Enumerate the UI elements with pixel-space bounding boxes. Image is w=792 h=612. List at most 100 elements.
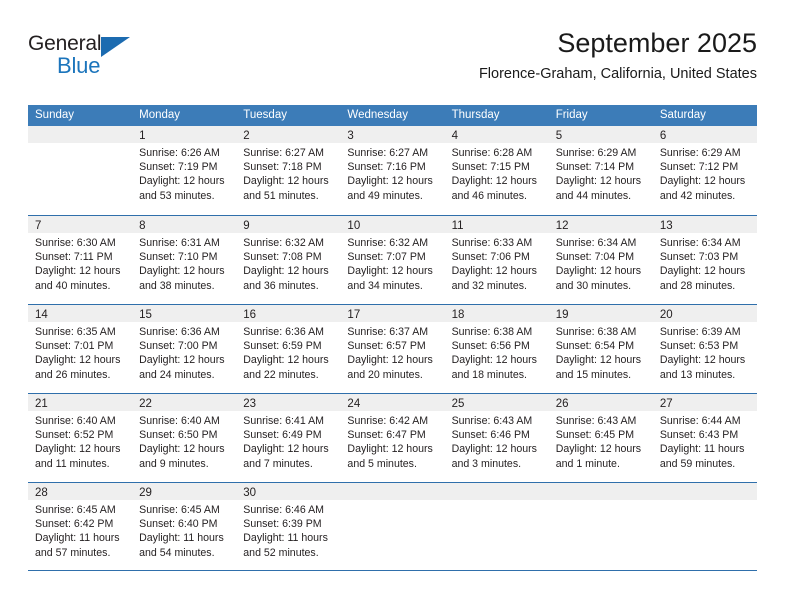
- day-detail-line: Sunrise: 6:31 AM: [139, 237, 220, 249]
- title-block: September 2025 Florence-Graham, Californ…: [479, 26, 757, 85]
- day-detail-line: Sunrise: 6:26 AM: [139, 147, 220, 159]
- day-detail-line: Sunrise: 6:33 AM: [451, 237, 533, 249]
- day-detail-line: Sunset: 6:59 PM: [243, 340, 322, 353]
- day-detail-line: Sunset: 7:19 PM: [139, 161, 218, 174]
- day-detail-line: Daylight: 12 hours: [347, 175, 433, 188]
- day-number-band: 24: [340, 394, 445, 411]
- day-detail-line: Daylight: 12 hours: [243, 175, 329, 188]
- day-number-band: 12: [548, 216, 653, 233]
- day-cell-27[interactable]: 27 Sunrise: 6:44 AM Sunset: 6:43 PM Dayligh…: [652, 394, 757, 482]
- day-number-band: 26: [548, 394, 653, 411]
- day-detail-line: Sunrise: 6:40 AM: [35, 415, 116, 427]
- day-details: Sunrise: 6:36 AM Sunset: 7:00 PM Daylight:…: [132, 322, 236, 382]
- day-details: [653, 500, 757, 503]
- day-detail-line: Daylight: 12 hours: [243, 443, 329, 456]
- day-detail-line: Sunset: 6:54 PM: [555, 340, 635, 353]
- day-detail-line: and 22 minutes.: [243, 368, 319, 381]
- day-number-band: 30: [236, 483, 341, 500]
- day-number: 13: [659, 220, 673, 232]
- day-number-band: 15: [132, 305, 237, 322]
- day-detail-line: Sunset: 7:18 PM: [243, 161, 322, 174]
- day-number-band: 3: [340, 126, 445, 143]
- day-cell-4[interactable]: 4 Sunrise: 6:28 AM Sunset: 7:15 PM Daylight…: [444, 126, 549, 215]
- day-cell-19[interactable]: 19 Sunrise: 6:38 AM Sunset: 6:54 PM Dayligh…: [548, 305, 653, 393]
- day-number-band: 4: [444, 126, 549, 143]
- day-number-band: [340, 483, 445, 500]
- day-detail-line: and 15 minutes.: [555, 368, 632, 381]
- day-cell-20[interactable]: 20 Sunrise: 6:39 AM Sunset: 6:53 PM Dayligh…: [652, 305, 757, 393]
- day-number-band: 14: [28, 305, 133, 322]
- day-number: 24: [347, 398, 361, 410]
- day-cell-28[interactable]: 28 Sunrise: 6:45 AM Sunset: 6:42 PM Dayligh…: [28, 483, 133, 570]
- day-detail-line: Sunrise: 6:45 AM: [35, 504, 116, 516]
- day-cell-16[interactable]: 16 Sunrise: 6:36 AM Sunset: 6:59 PM Dayligh…: [236, 305, 341, 393]
- day-detail-line: Daylight: 12 hours: [555, 175, 642, 188]
- day-cell-26[interactable]: 26 Sunrise: 6:43 AM Sunset: 6:45 PM Dayligh…: [548, 394, 653, 482]
- day-detail-line: and 54 minutes.: [139, 546, 215, 559]
- day-number: 18: [451, 309, 465, 321]
- day-details: Sunrise: 6:45 AM Sunset: 6:40 PM Daylight:…: [132, 500, 236, 560]
- day-detail-line: and 38 minutes.: [139, 279, 215, 292]
- day-detail-line: Sunset: 7:01 PM: [35, 340, 114, 353]
- day-cell-9[interactable]: 9 Sunrise: 6:32 AM Sunset: 7:08 PM Daylight…: [236, 216, 341, 304]
- day-detail-line: Sunset: 6:40 PM: [139, 518, 218, 531]
- day-cell-23[interactable]: 23 Sunrise: 6:41 AM Sunset: 6:49 PM Dayligh…: [236, 394, 341, 482]
- day-detail-line: and 59 minutes.: [659, 457, 736, 470]
- day-detail-line: Daylight: 11 hours: [243, 532, 328, 545]
- day-cell-2[interactable]: 2 Sunrise: 6:27 AM Sunset: 7:18 PM Daylight…: [236, 126, 341, 215]
- day-cell-12[interactable]: 12 Sunrise: 6:34 AM Sunset: 7:04 PM Dayligh…: [548, 216, 653, 304]
- day-detail-line: and 13 minutes.: [659, 368, 736, 381]
- day-detail-line: Sunset: 6:56 PM: [451, 340, 530, 353]
- day-number: 6: [659, 130, 667, 142]
- day-details: Sunrise: 6:40 AM Sunset: 6:52 PM Daylight:…: [28, 411, 132, 471]
- day-details: Sunrise: 6:33 AM Sunset: 7:06 PM Daylight:…: [445, 233, 549, 293]
- day-number-band: 21: [28, 394, 133, 411]
- day-detail-line: and 3 minutes.: [451, 457, 522, 470]
- day-number: 5: [555, 130, 563, 142]
- day-cell-15[interactable]: 15 Sunrise: 6:36 AM Sunset: 7:00 PM Dayligh…: [132, 305, 237, 393]
- day-detail-line: Sunset: 6:45 PM: [555, 429, 635, 442]
- day-cell-25[interactable]: 25 Sunrise: 6:43 AM Sunset: 6:46 PM Dayligh…: [444, 394, 549, 482]
- day-detail-line: Daylight: 12 hours: [139, 175, 225, 188]
- weekday-header-wednesday: Wednesday: [347, 109, 408, 121]
- day-cell-11[interactable]: 11 Sunrise: 6:33 AM Sunset: 7:06 PM Dayligh…: [444, 216, 549, 304]
- day-cell-14[interactable]: 14 Sunrise: 6:35 AM Sunset: 7:01 PM Dayligh…: [28, 305, 133, 393]
- day-detail-line: Sunrise: 6:28 AM: [451, 147, 533, 159]
- day-cell-29[interactable]: 29 Sunrise: 6:45 AM Sunset: 6:40 PM Dayligh…: [132, 483, 237, 570]
- day-details: [549, 500, 653, 503]
- day-cell-18[interactable]: 18 Sunrise: 6:38 AM Sunset: 6:56 PM Dayligh…: [444, 305, 549, 393]
- day-cell-8[interactable]: 8 Sunrise: 6:31 AM Sunset: 7:10 PM Daylight…: [132, 216, 237, 304]
- day-detail-line: Sunset: 7:06 PM: [451, 251, 530, 264]
- day-number: 22: [139, 398, 152, 410]
- day-cell-13[interactable]: 13 Sunrise: 6:34 AM Sunset: 7:03 PM Dayligh…: [652, 216, 757, 304]
- day-number: 27: [659, 398, 673, 410]
- calendar-weeks: 1 Sunrise: 6:26 AM Sunset: 7:19 PM Daylight…: [28, 126, 757, 571]
- day-detail-line: and 5 minutes.: [347, 457, 417, 470]
- day-cell-22[interactable]: 22 Sunrise: 6:40 AM Sunset: 6:50 PM Dayligh…: [132, 394, 237, 482]
- day-number: 19: [555, 309, 569, 321]
- weekday-header-friday: Friday: [555, 109, 588, 121]
- day-cell-3[interactable]: 3 Sunrise: 6:27 AM Sunset: 7:16 PM Daylight…: [340, 126, 445, 215]
- logo-text-blue: Blue: [57, 53, 101, 78]
- day-details: Sunrise: 6:28 AM Sunset: 7:15 PM Daylight:…: [445, 143, 549, 203]
- day-detail-line: and 24 minutes.: [139, 368, 215, 381]
- day-cell-10[interactable]: 10 Sunrise: 6:32 AM Sunset: 7:07 PM Dayligh…: [340, 216, 445, 304]
- day-cell-30[interactable]: 30 Sunrise: 6:46 AM Sunset: 6:39 PM Dayligh…: [236, 483, 341, 570]
- day-cell-21[interactable]: 21 Sunrise: 6:40 AM Sunset: 6:52 PM Dayligh…: [28, 394, 133, 482]
- day-cell-6[interactable]: 6 Sunrise: 6:29 AM Sunset: 7:12 PM Daylight…: [652, 126, 757, 215]
- day-number-band: 5: [548, 126, 653, 143]
- day-cell-1[interactable]: 1 Sunrise: 6:26 AM Sunset: 7:19 PM Daylight…: [132, 126, 237, 215]
- day-cell-empty: [652, 483, 757, 570]
- day-detail-line: and 51 minutes.: [243, 189, 319, 202]
- day-cell-17[interactable]: 17 Sunrise: 6:37 AM Sunset: 6:57 PM Dayligh…: [340, 305, 445, 393]
- day-number: 16: [243, 309, 257, 321]
- day-detail-line: Sunset: 7:00 PM: [139, 340, 218, 353]
- page-header: General Blue September 2025 Florence-Gra…: [28, 26, 757, 96]
- day-cell-5[interactable]: 5 Sunrise: 6:29 AM Sunset: 7:14 PM Daylight…: [548, 126, 653, 215]
- day-number-band: 25: [444, 394, 549, 411]
- day-cell-7[interactable]: 7 Sunrise: 6:30 AM Sunset: 7:11 PM Daylight…: [28, 216, 133, 304]
- day-cell-24[interactable]: 24 Sunrise: 6:42 AM Sunset: 6:47 PM Dayligh…: [340, 394, 445, 482]
- day-details: Sunrise: 6:34 AM Sunset: 7:04 PM Daylight:…: [549, 233, 653, 293]
- day-details: Sunrise: 6:45 AM Sunset: 6:42 PM Daylight:…: [28, 500, 132, 560]
- day-detail-line: Sunrise: 6:45 AM: [139, 504, 220, 516]
